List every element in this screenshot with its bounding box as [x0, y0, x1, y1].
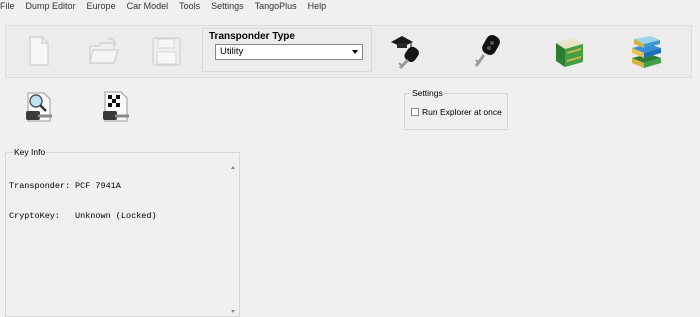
- run-explorer-checkbox[interactable]: [411, 108, 419, 116]
- transponder-type-label: Transponder Type: [209, 31, 295, 42]
- key-info-text[interactable]: Transponder: PCF 7941A CryptoKey: Unknow…: [9, 161, 228, 316]
- key-info-key: Transponder:: [9, 181, 71, 191]
- key-info-value: Unknown (Locked): [75, 211, 157, 221]
- menu-file[interactable]: File: [0, 1, 15, 11]
- transponder-type-select[interactable]: Utility: [215, 44, 363, 60]
- graduate-key-icon[interactable]: [390, 32, 426, 70]
- key-info-row: Transponder: PCF 7941A: [9, 181, 228, 191]
- menu-bar: File Dump Editor Europe Car Model Tools …: [0, 0, 700, 11]
- race-key-icon[interactable]: [100, 90, 132, 124]
- identify-key-icon[interactable]: [24, 91, 56, 125]
- key-info-key: CryptoKey:: [9, 211, 61, 221]
- black-car-key-icon[interactable]: [472, 33, 506, 69]
- menu-tools[interactable]: Tools: [179, 1, 200, 11]
- stacked-books-icon[interactable]: [629, 34, 665, 70]
- key-info-row: CryptoKey: Unknown (Locked): [9, 211, 228, 221]
- key-info-title: Key Info: [13, 147, 47, 157]
- settings-title: Settings: [411, 88, 444, 98]
- transponder-type-value: Utility: [220, 46, 244, 57]
- key-info-scrollbar[interactable]: [229, 161, 238, 316]
- menu-europe[interactable]: Europe: [87, 1, 116, 11]
- chevron-down-icon: [352, 50, 358, 54]
- menu-help[interactable]: Help: [308, 1, 327, 11]
- transponder-type-group: Transponder Type Utility: [202, 28, 372, 72]
- menu-settings[interactable]: Settings: [211, 1, 244, 11]
- open-folder-icon[interactable]: [88, 36, 120, 66]
- settings-group: Settings Run Explorer at once: [404, 88, 508, 130]
- run-explorer-option[interactable]: Run Explorer at once: [411, 107, 502, 117]
- new-file-icon[interactable]: [27, 35, 51, 67]
- scroll-up-arrow-icon[interactable]: [231, 166, 235, 169]
- green-book-icon[interactable]: [552, 35, 586, 69]
- run-explorer-label: Run Explorer at once: [422, 107, 502, 117]
- menu-car-model[interactable]: Car Model: [127, 1, 169, 11]
- key-info-group: Key Info Transponder: PCF 7941A CryptoKe…: [5, 147, 240, 317]
- menu-dump-editor[interactable]: Dump Editor: [26, 1, 76, 11]
- menu-tangoplus[interactable]: TangoPlus: [255, 1, 297, 11]
- scroll-down-arrow-icon[interactable]: [231, 310, 235, 313]
- key-info-value: PCF 7941A: [75, 181, 121, 191]
- save-icon[interactable]: [151, 36, 182, 67]
